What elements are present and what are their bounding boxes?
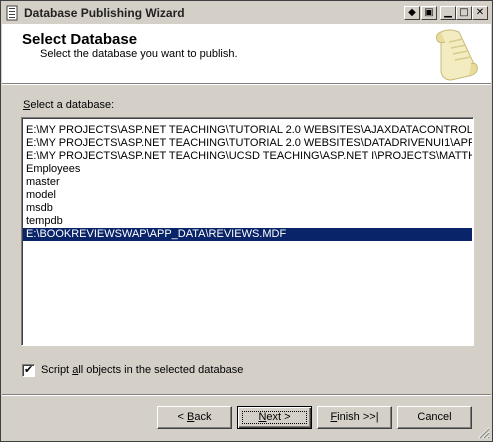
database-list-item[interactable]: E:\MY PROJECTS\ASP.NET TEACHING\UCSD TEA… bbox=[23, 150, 472, 163]
resize-grip-icon[interactable] bbox=[478, 427, 490, 439]
database-list-item[interactable]: E:\BOOKREVIEWSWAP\APP_DATA\REVIEWS.MDF bbox=[23, 228, 472, 241]
script-all-checkbox[interactable]: ✔ bbox=[22, 363, 35, 377]
next-button[interactable]: Next > bbox=[237, 406, 312, 429]
close-icon: ✕ bbox=[475, 7, 485, 18]
database-list-items: E:\MY PROJECTS\ASP.NET TEACHING\TUTORIAL… bbox=[23, 124, 472, 241]
pin-button[interactable]: ◆ bbox=[404, 6, 420, 20]
restore-icon: ▣ bbox=[424, 7, 434, 18]
database-list-item[interactable]: Employees bbox=[23, 163, 472, 176]
database-list-item[interactable]: E:\MY PROJECTS\ASP.NET TEACHING\TUTORIAL… bbox=[23, 137, 472, 150]
minimize-icon: ▁ bbox=[444, 7, 452, 18]
title-bar[interactable]: Database Publishing Wizard ◆ ▣ ▁ □ ✕ bbox=[2, 2, 491, 25]
page-title: Select Database bbox=[22, 31, 138, 48]
header-divider bbox=[2, 84, 491, 85]
app-icon bbox=[6, 5, 18, 21]
finish-button[interactable]: Finish >>| bbox=[317, 406, 392, 429]
wizard-window: Database Publishing Wizard ◆ ▣ ▁ □ ✕ Sel… bbox=[0, 0, 493, 442]
database-list-item[interactable]: master bbox=[23, 176, 472, 189]
minimize-button[interactable]: ▁ bbox=[440, 6, 456, 20]
checkmark-icon: ✔ bbox=[24, 363, 34, 376]
maximize-button[interactable]: □ bbox=[456, 6, 472, 20]
page-subtitle: Select the database you want to publish. bbox=[40, 48, 238, 60]
cancel-button[interactable]: Cancel bbox=[397, 406, 472, 429]
maximize-icon: □ bbox=[459, 7, 469, 18]
script-all-label: Script all objects in the selected datab… bbox=[41, 364, 244, 376]
wizard-header: Select Database Select the database you … bbox=[2, 25, 491, 84]
button-separator bbox=[2, 394, 491, 396]
database-list-item[interactable]: tempdb bbox=[23, 215, 472, 228]
scroll-icon bbox=[436, 29, 478, 81]
restore-button[interactable]: ▣ bbox=[421, 6, 437, 20]
database-list-item[interactable]: model bbox=[23, 189, 472, 202]
window-title: Database Publishing Wizard bbox=[24, 6, 185, 20]
close-button[interactable]: ✕ bbox=[472, 6, 488, 20]
database-list-item[interactable]: E:\MY PROJECTS\ASP.NET TEACHING\TUTORIAL… bbox=[23, 124, 472, 137]
pin-icon: ◆ bbox=[408, 7, 416, 18]
back-button[interactable]: < Back bbox=[157, 406, 232, 429]
select-database-label: Select a database: bbox=[23, 99, 115, 111]
database-list-item[interactable]: msdb bbox=[23, 202, 472, 215]
database-list[interactable]: E:\MY PROJECTS\ASP.NET TEACHING\TUTORIAL… bbox=[21, 117, 474, 346]
